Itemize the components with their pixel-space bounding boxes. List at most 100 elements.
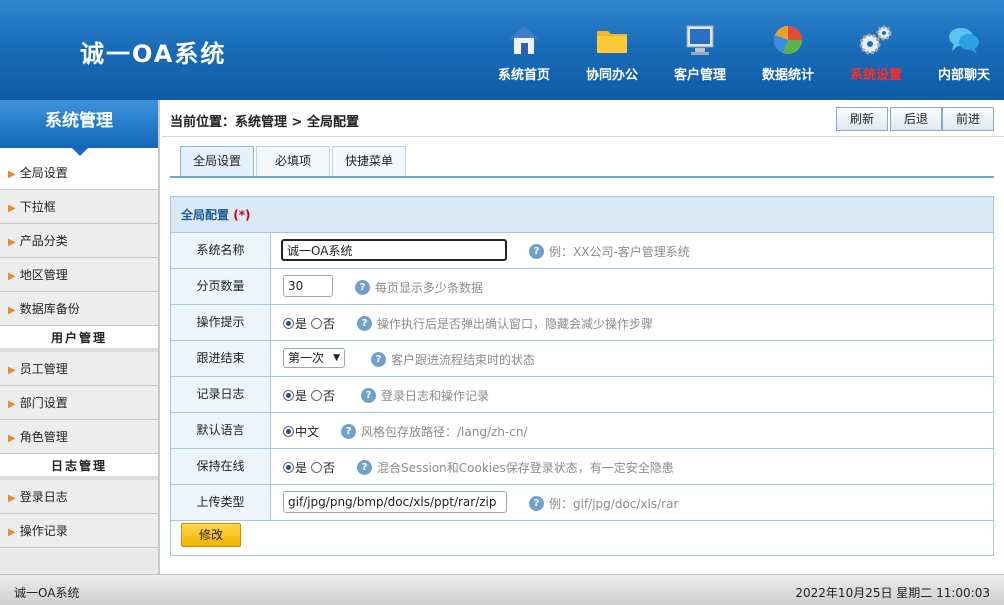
nav-customer[interactable]: 客户管理 [656, 22, 744, 83]
radio-label: 是 [295, 389, 308, 403]
row-follow-end: 跟进结束 第一次 ▼ ? 客户跟进流程结束时的状态 [171, 341, 993, 377]
language-zh-radio[interactable] [283, 426, 294, 437]
field-label: 跟进结束 [171, 341, 271, 376]
sidebar-item-login-log[interactable]: ▶ 登录日志 [0, 480, 158, 514]
sidebar-item-label: 地区管理 [19, 268, 68, 282]
bullet-icon: ▶ [8, 433, 16, 444]
sidebar-item-product-category[interactable]: ▶ 产品分类 [0, 224, 158, 258]
sidebar-item-region[interactable]: ▶ 地区管理 [0, 258, 158, 292]
keep-online-no-radio[interactable] [311, 462, 323, 473]
help-icon: ? [371, 352, 386, 367]
sidebar-item-op-log[interactable]: ▶ 操作记录 [0, 514, 158, 548]
system-name-input[interactable]: 诚一OA系统 [281, 239, 507, 261]
op-prompt-no-radio[interactable] [311, 318, 323, 329]
row-log-record: 记录日志 是 否 ? 登录日志和操作记录 [171, 377, 993, 413]
nav-customer-label: 客户管理 [673, 68, 726, 83]
monitor-icon [682, 22, 718, 58]
follow-end-hint: ? 客户跟进流程结束时的状态 [371, 351, 535, 368]
system-name-hint: ? 例：XX公司-客户管理系统 [529, 243, 690, 260]
bullet-icon: ▶ [8, 169, 16, 180]
row-upload-types: 上传类型 gif/jpg/png/bmp/doc/xls/ppt/rar/zip… [171, 485, 993, 521]
tab-required[interactable]: 必填项 [256, 146, 330, 176]
keep-online-radios: 是 否 [283, 459, 335, 476]
sidebar-item-department[interactable]: ▶ 部门设置 [0, 386, 158, 420]
sidebar-item-db-backup[interactable]: ▶ 数据库备份 [0, 292, 158, 326]
sidebar-title: 系统管理 [0, 100, 158, 156]
main-content: 当前位置：系统管理 > 全局配置 刷新 后退 前进 全局设置 必填项 快捷菜单 … [162, 100, 1004, 574]
nav-chat-label: 内部聊天 [937, 68, 990, 83]
radio-label: 否 [323, 461, 336, 475]
sidebar-item-label: 数据库备份 [19, 302, 80, 316]
house-icon [506, 22, 542, 58]
nav-home-label: 系统首页 [497, 68, 550, 83]
op-prompt-radios: 是 否 [283, 315, 335, 332]
log-record-hint: ? 登录日志和操作记录 [361, 387, 489, 404]
keep-online-yes-radio[interactable] [283, 462, 294, 473]
help-icon: ? [357, 316, 372, 331]
tab-shortcut-menu[interactable]: 快捷菜单 [332, 146, 406, 176]
sidebar-item-dropdown[interactable]: ▶ 下拉框 [0, 190, 158, 224]
refresh-button[interactable]: 刷新 [836, 107, 888, 131]
sidebar-item-label: 角色管理 [19, 430, 68, 444]
field-label: 记录日志 [171, 377, 271, 412]
help-icon: ? [529, 244, 544, 259]
bullet-icon: ▶ [8, 305, 16, 316]
app-logo-title: 诚一OA系统 [80, 40, 227, 68]
save-button[interactable]: 修改 [181, 523, 241, 547]
radio-label: 否 [323, 389, 336, 403]
folder-icon [594, 22, 630, 58]
radio-label: 是 [295, 461, 308, 475]
nav-settings[interactable]: 系统设置 [832, 22, 920, 83]
nav-collab-label: 协同办公 [585, 68, 638, 83]
language-hint: ? 风格包存放路径：/lang/zh-cn/ [341, 423, 527, 440]
field-label: 系统名称 [171, 233, 271, 268]
upload-types-input[interactable]: gif/jpg/png/bmp/doc/xls/ppt/rar/zip [283, 491, 507, 513]
required-mark: (*) [233, 208, 251, 222]
sidebar-group-log: 日志管理 [0, 454, 158, 480]
follow-end-select[interactable]: 第一次 ▼ [283, 348, 345, 368]
upload-types-hint: ? 例：gif/jpg/doc/xls/rar [529, 495, 678, 512]
sidebar-item-global-settings[interactable]: ▶ 全局设置 [0, 156, 158, 190]
bullet-icon: ▶ [8, 527, 16, 538]
bullet-icon: ▶ [8, 237, 16, 248]
op-prompt-yes-radio[interactable] [283, 318, 294, 329]
help-icon: ? [361, 388, 376, 403]
nav-settings-label: 系统设置 [849, 68, 902, 83]
nav-stats[interactable]: 数据统计 [744, 22, 832, 83]
help-icon: ? [355, 280, 370, 295]
sidebar-item-staff[interactable]: ▶ 员工管理 [0, 352, 158, 386]
row-language: 默认语言 中文 ? 风格包存放路径：/lang/zh-cn/ [171, 413, 993, 449]
forward-button[interactable]: 前进 [942, 107, 994, 131]
header: 诚一OA系统 系统首页 协同办公 客户管理 数据统计 系统设置 内部聊天 [0, 0, 1004, 100]
panel-header: 全局配置 (*) [171, 197, 993, 233]
pie-chart-icon [770, 22, 806, 58]
log-record-yes-radio[interactable] [283, 390, 294, 401]
log-record-no-radio[interactable] [311, 390, 323, 401]
nav-chat[interactable]: 内部聊天 [920, 22, 1004, 83]
bullet-icon: ▶ [8, 271, 16, 282]
config-panel: 全局配置 (*) 系统名称 诚一OA系统 ? 例：XX公司-客户管理系统 分页数量… [170, 196, 994, 556]
gears-icon [858, 22, 894, 58]
sidebar-item-label: 操作记录 [19, 524, 68, 538]
radio-label: 否 [323, 317, 336, 331]
keep-online-hint: ? 混合Session和Cookies保存登录状态，有一定安全隐患 [357, 459, 674, 476]
nav-collab[interactable]: 协同办公 [568, 22, 656, 83]
nav-home[interactable]: 系统首页 [480, 22, 568, 83]
log-record-radios: 是 否 [283, 387, 335, 404]
radio-label: 是 [295, 317, 308, 331]
chevron-down-icon: ▼ [333, 353, 340, 363]
sidebar-item-label: 下拉框 [19, 200, 56, 214]
sidebar-item-role[interactable]: ▶ 角色管理 [0, 420, 158, 454]
field-label: 保持在线 [171, 449, 271, 484]
top-nav: 系统首页 协同办公 客户管理 数据统计 系统设置 内部聊天 [480, 22, 1004, 83]
op-prompt-hint: ? 操作执行后是否弹出确认窗口，隐藏会减少操作步骤 [357, 315, 653, 332]
page-size-input[interactable]: 30 [283, 275, 333, 297]
status-bar: 诚一OA系统 2022年10月25日 星期二 11:00:03 [0, 574, 1004, 605]
tab-global-settings[interactable]: 全局设置 [180, 146, 254, 176]
breadcrumb-bar: 当前位置：系统管理 > 全局配置 刷新 后退 前进 [162, 100, 1004, 137]
sidebar-item-label: 产品分类 [19, 234, 68, 248]
language-radios: 中文 [283, 423, 319, 440]
nav-stats-label: 数据统计 [761, 68, 814, 83]
footer-datetime: 2022年10月25日 星期二 11:00:03 [795, 586, 990, 600]
back-button[interactable]: 后退 [890, 107, 942, 131]
